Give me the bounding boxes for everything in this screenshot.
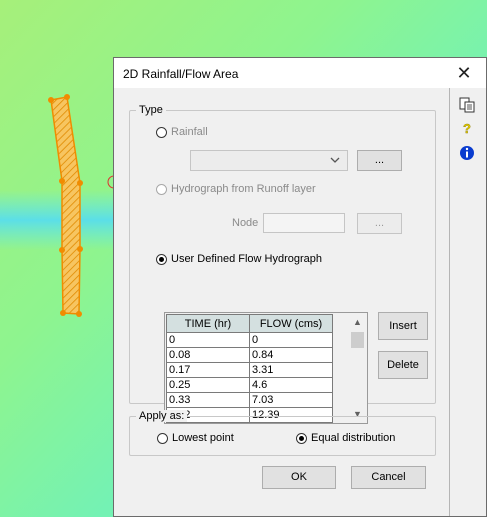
table-row[interactable]: 0.08 0.84: [166, 347, 333, 363]
user-defined-radio[interactable]: [156, 253, 167, 265]
lowest-point-radio[interactable]: [157, 432, 168, 444]
table-cell[interactable]: 7.03: [249, 392, 333, 408]
delete-button[interactable]: Delete: [378, 351, 428, 379]
copy-icon[interactable]: [458, 96, 476, 114]
scroll-up-icon[interactable]: ▲: [349, 314, 366, 330]
column-header-time[interactable]: TIME (hr): [166, 314, 250, 333]
dialog-title: 2D Rainfall/Flow Area: [123, 67, 239, 81]
equal-distribution-radio-row[interactable]: Equal distribution: [296, 432, 395, 444]
table-cell[interactable]: 0: [166, 332, 250, 348]
equal-distribution-radio[interactable]: [296, 432, 307, 444]
table-cell[interactable]: 0.08: [166, 347, 250, 363]
lowest-point-radio-row[interactable]: Lowest point: [157, 432, 234, 444]
table-cell[interactable]: 4.6: [249, 377, 333, 393]
apply-as-group: Apply as: Lowest point Equal distributio…: [129, 410, 436, 456]
table-row[interactable]: 0.25 4.6: [166, 377, 333, 393]
title-bar: 2D Rainfall/Flow Area ✕: [114, 58, 486, 88]
scroll-thumb[interactable]: [351, 332, 364, 348]
table-cell[interactable]: 0: [249, 332, 333, 348]
side-toolbar: ?: [449, 88, 486, 516]
user-defined-radio-row[interactable]: User Defined Flow Hydrograph: [156, 253, 322, 265]
node-browse-button[interactable]: ...: [357, 213, 402, 234]
rainfall-browse-button[interactable]: ...: [357, 150, 402, 171]
svg-text:?: ?: [463, 121, 471, 136]
column-header-flow[interactable]: FLOW (cms): [249, 314, 333, 333]
info-icon[interactable]: [458, 144, 476, 162]
equal-distribution-label: Equal distribution: [311, 432, 396, 444]
node-label: Node: [232, 217, 259, 229]
rainfall-radio[interactable]: [156, 126, 167, 138]
table-cell[interactable]: 3.31: [249, 362, 333, 378]
table-cell[interactable]: 0.25: [166, 377, 250, 393]
dialog-content: Type Rainfall ... Hydrograph from Runoff…: [114, 88, 450, 516]
cancel-button[interactable]: Cancel: [351, 466, 426, 489]
insert-button[interactable]: Insert: [378, 312, 428, 340]
table-row[interactable]: 0.17 3.31: [166, 362, 333, 378]
chevron-down-icon: [330, 157, 340, 163]
rainfall-select[interactable]: [190, 150, 348, 171]
hydrograph-runoff-radio-row[interactable]: Hydrograph from Runoff layer: [156, 183, 316, 195]
hydrograph-table[interactable]: TIME (hr) FLOW (cms) 00 0.08 0.84 0.17 3.3…: [164, 312, 368, 424]
help-icon[interactable]: ?: [458, 119, 476, 137]
hydrograph-grid: TIME (hr) FLOW (cms) 00 0.08 0.84 0.17 3.3…: [166, 314, 333, 423]
user-defined-label: User Defined Flow Hydrograph: [171, 253, 323, 265]
table-row[interactable]: 0.33 7.03: [166, 392, 333, 408]
table-cell[interactable]: 0.33: [166, 392, 250, 408]
node-field[interactable]: [263, 213, 345, 233]
rainfall-label: Rainfall: [171, 126, 208, 138]
hydrograph-runoff-label: Hydrograph from Runoff layer: [171, 183, 316, 195]
lowest-point-label: Lowest point: [172, 432, 234, 444]
table-row[interactable]: 00: [166, 332, 333, 348]
type-group-legend: Type: [136, 104, 166, 116]
apply-as-legend: Apply as:: [136, 410, 188, 422]
ok-button[interactable]: OK: [262, 466, 336, 489]
table-scrollbar[interactable]: ▲ ▼: [349, 314, 366, 422]
table-cell[interactable]: 0.84: [249, 347, 333, 363]
close-icon[interactable]: ✕: [442, 58, 486, 88]
rainfall-flow-dialog: 2D Rainfall/Flow Area ✕ Type Rainfall ..…: [113, 57, 487, 517]
hydrograph-runoff-radio[interactable]: [156, 183, 167, 195]
rainfall-radio-row[interactable]: Rainfall: [156, 126, 208, 138]
table-header-row: TIME (hr) FLOW (cms): [166, 314, 333, 333]
table-cell[interactable]: 0.17: [166, 362, 250, 378]
